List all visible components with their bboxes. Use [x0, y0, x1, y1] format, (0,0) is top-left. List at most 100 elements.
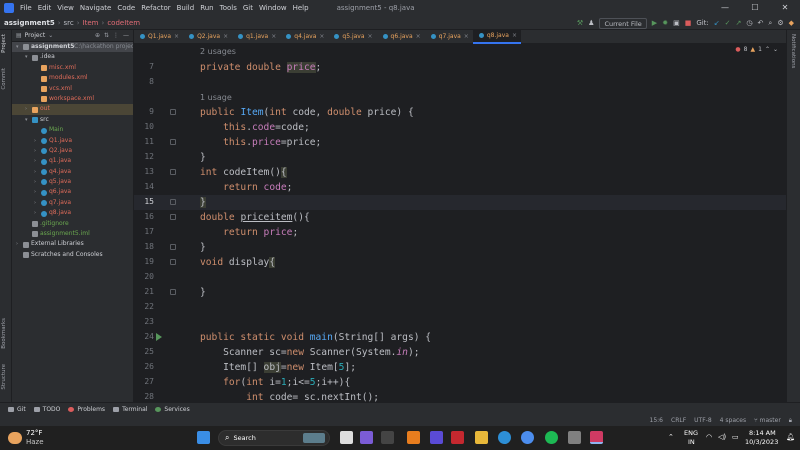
- minimize-button[interactable]: —: [710, 0, 740, 16]
- settings-gear-icon[interactable]: ⚙: [777, 19, 783, 27]
- tree-item[interactable]: vcs.xml: [12, 84, 133, 94]
- file-explorer-icon[interactable]: [475, 431, 488, 444]
- menu-tools[interactable]: Tools: [220, 4, 237, 12]
- tree-item[interactable]: › q5.java: [12, 177, 133, 187]
- history-icon[interactable]: ◷: [746, 19, 752, 27]
- tree-item[interactable]: .gitignore: [12, 219, 133, 229]
- tree-item[interactable]: workspace.xml: [12, 94, 133, 104]
- battery-icon[interactable]: ▭: [732, 433, 739, 441]
- menu-build[interactable]: Build: [177, 4, 195, 12]
- teams-chat-icon[interactable]: [360, 431, 373, 444]
- tree-item[interactable]: modules.xml: [12, 73, 133, 83]
- tool-commit[interactable]: Commit: [1, 68, 7, 90]
- windows-start-icon[interactable]: [197, 431, 210, 444]
- fold-icon[interactable]: [170, 289, 176, 295]
- file-encoding[interactable]: UTF-8: [694, 417, 712, 424]
- tree-item[interactable]: › Q1.java: [12, 136, 133, 146]
- inspection-widget[interactable]: ● 8 ▲ 1 ⌃ ⌄: [735, 46, 778, 53]
- clock-time[interactable]: 8:14 AM: [749, 429, 776, 437]
- tool-structure[interactable]: Structure: [1, 364, 7, 390]
- chrome-icon[interactable]: [521, 431, 534, 444]
- chevron-right-icon[interactable]: ›: [34, 208, 40, 218]
- close-tab-icon[interactable]: ×: [223, 30, 228, 44]
- chevron-right-icon[interactable]: ›: [25, 104, 31, 114]
- caret-position[interactable]: 15:6: [650, 417, 663, 424]
- task-view-icon[interactable]: [340, 431, 353, 444]
- chevron-right-icon[interactable]: ›: [34, 177, 40, 187]
- git-push-icon[interactable]: ↗: [736, 19, 742, 27]
- design-app-icon[interactable]: [430, 431, 443, 444]
- menu-navigate[interactable]: Navigate: [80, 4, 111, 12]
- fold-icon[interactable]: [170, 214, 176, 220]
- close-tab-icon[interactable]: ×: [464, 30, 469, 44]
- run-gutter-icon[interactable]: [156, 333, 162, 341]
- tool-services[interactable]: Services: [155, 406, 190, 413]
- tool-notifications[interactable]: Notifications: [790, 34, 796, 68]
- chevron-down-icon[interactable]: ▾: [16, 42, 22, 52]
- tray-chevron-up-icon[interactable]: ⌃: [668, 433, 674, 441]
- menu-edit[interactable]: Edit: [38, 4, 52, 12]
- tool-problems[interactable]: Problems: [68, 406, 105, 413]
- tree-item[interactable]: misc.xml: [12, 63, 133, 73]
- stop-icon[interactable]: ■: [685, 19, 692, 27]
- breadcrumb-src[interactable]: src: [64, 19, 74, 27]
- region-code[interactable]: IN: [688, 438, 695, 446]
- usages-hint[interactable]: 1 usage: [200, 93, 232, 102]
- menu-view[interactable]: View: [57, 4, 74, 12]
- maximize-button[interactable]: ☐: [740, 0, 770, 16]
- breadcrumb-method[interactable]: codeItem: [107, 19, 140, 27]
- weather-icon[interactable]: [8, 432, 22, 444]
- chevron-right-icon[interactable]: ›: [34, 146, 40, 156]
- tab-q7-java[interactable]: q7.java ×: [425, 30, 473, 44]
- tool-git[interactable]: Git: [8, 406, 26, 413]
- tree-item[interactable]: Main: [12, 125, 133, 135]
- close-tab-icon[interactable]: ×: [271, 30, 276, 44]
- user-icon[interactable]: ♟: [588, 19, 594, 27]
- indent-setting[interactable]: 4 spaces: [720, 417, 746, 424]
- tool-todo[interactable]: TODO: [33, 406, 60, 413]
- menu-window[interactable]: Window: [259, 4, 287, 12]
- close-tab-icon[interactable]: ×: [174, 30, 179, 44]
- options-icon[interactable]: ⋮: [113, 32, 119, 39]
- coverage-icon[interactable]: ▣: [673, 19, 680, 27]
- chevron-right-icon[interactable]: ›: [34, 198, 40, 208]
- wifi-icon[interactable]: ◠: [706, 433, 712, 441]
- tab-q2-java[interactable]: Q2.java ×: [183, 30, 232, 44]
- notification-bell-icon[interactable]: 🔔︎: [786, 433, 795, 441]
- menu-file[interactable]: File: [20, 4, 32, 12]
- spotify-icon[interactable]: [545, 431, 558, 444]
- fold-icon[interactable]: [170, 139, 176, 145]
- chevron-down-icon[interactable]: ⌄: [48, 32, 53, 39]
- taskbar-search[interactable]: ⌕ Search: [218, 430, 330, 446]
- tab-q5-java[interactable]: q5.java ×: [328, 30, 376, 44]
- chevron-down-icon[interactable]: ⌄: [773, 46, 778, 53]
- clock-date[interactable]: 10/3/2023: [745, 438, 778, 446]
- tab-q6-java[interactable]: q6.java ×: [377, 30, 425, 44]
- plugin-logo-icon[interactable]: ◆: [789, 19, 794, 27]
- camera-icon[interactable]: [381, 431, 394, 444]
- rollback-icon[interactable]: ↶: [758, 19, 764, 27]
- close-tab-icon[interactable]: ×: [319, 30, 324, 44]
- tab-q8-java[interactable]: q8.java ×: [472, 29, 521, 44]
- hammer-build-icon[interactable]: ⚒: [577, 19, 583, 27]
- close-tab-icon[interactable]: ×: [512, 29, 517, 43]
- git-branch[interactable]: ⑂ master: [754, 417, 781, 424]
- fold-icon[interactable]: [170, 199, 176, 205]
- edge-browser-icon[interactable]: [498, 431, 511, 444]
- volume-icon[interactable]: ◁): [718, 433, 726, 441]
- breadcrumb-project[interactable]: assignment5: [4, 19, 55, 27]
- tree-item[interactable]: ▾ .idea: [12, 52, 133, 62]
- close-button[interactable]: ✕: [770, 0, 800, 16]
- tab-q4-java[interactable]: q4.java ×: [280, 30, 328, 44]
- fold-icon[interactable]: [170, 244, 176, 250]
- language-code[interactable]: ENG: [684, 429, 698, 437]
- tool-terminal[interactable]: Terminal: [113, 406, 147, 413]
- tool-bookmarks[interactable]: Bookmarks: [1, 318, 7, 349]
- tree-item[interactable]: ▾ assignment5 C:\hackathon project: [12, 42, 133, 53]
- chevron-down-icon[interactable]: ▾: [25, 115, 31, 125]
- chevron-right-icon[interactable]: ›: [16, 239, 22, 249]
- line-separator[interactable]: CRLF: [671, 417, 686, 424]
- chevron-right-icon[interactable]: ›: [34, 156, 40, 166]
- hide-icon[interactable]: —: [123, 32, 129, 39]
- tree-item[interactable]: › External Libraries: [12, 239, 133, 249]
